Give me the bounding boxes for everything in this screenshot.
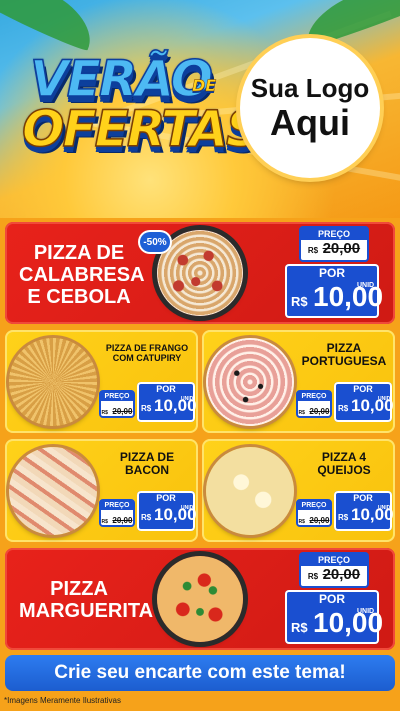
- old-price-tag: PREÇO R$ 20,00: [99, 499, 135, 527]
- new-price-currency: R$: [141, 513, 152, 522]
- old-price-value: 20,00: [309, 407, 330, 416]
- title-de: DE: [192, 76, 217, 96]
- new-price-currency: R$: [291, 620, 308, 635]
- cta-banner[interactable]: Crie seu encarte com este tema!: [5, 655, 395, 691]
- new-price-currency: R$: [291, 294, 308, 309]
- disclaimer-text: *Imagens Meramente Ilustrativas: [4, 696, 121, 705]
- new-price-label: POR: [318, 266, 345, 280]
- pizza-image: [157, 556, 243, 642]
- new-price-tag: POR R$ 10,00 UNID: [285, 590, 383, 644]
- new-price-label: POR: [353, 493, 373, 503]
- product-name: PIZZA MARGUERITA: [19, 578, 154, 622]
- new-price-tag: POR R$ 10,00 UNID: [334, 491, 394, 531]
- unit-label: UNID: [357, 608, 375, 615]
- new-price-currency: R$: [338, 404, 349, 413]
- logo-placeholder: Sua Logo Aqui: [240, 38, 380, 178]
- new-price-label: POR: [156, 384, 176, 394]
- product-card-portuguesa: PIZZA PORTUGUESA PREÇO R$ 20,00 POR R$ 1…: [202, 330, 395, 433]
- product-card-frango: PIZZA DE FRANGO COM CATUPIRY PREÇO R$ 20…: [5, 330, 198, 433]
- old-price-value: 20,00: [309, 516, 330, 525]
- old-price-currency: R$: [298, 519, 305, 525]
- unit-label: UNID: [378, 505, 391, 511]
- unit-label: UNID: [181, 396, 194, 402]
- palm-leaf-icon: [0, 0, 103, 54]
- title-ofertas: OFERTAS: [21, 99, 263, 159]
- product-name: PIZZA 4 QUEIJOS: [317, 450, 371, 478]
- flyer-page: VERÃO DE OFERTAS Sua Logo Aqui PIZZA DE …: [0, 0, 400, 711]
- old-price-label: PREÇO: [101, 501, 133, 510]
- product-name: PIZZA PORTUGUESA: [301, 341, 387, 369]
- new-price-tag: POR R$ 10,00 UNID: [137, 491, 197, 531]
- new-price-currency: R$: [141, 404, 152, 413]
- old-price-label: PREÇO: [101, 392, 133, 401]
- new-price-label: POR: [353, 384, 373, 394]
- old-price-value: 20,00: [112, 516, 133, 525]
- product-card-bacon: PIZZA DE BACON PREÇO R$ 20,00 POR R$ 10,…: [5, 439, 198, 542]
- old-price-label: PREÇO: [301, 228, 367, 240]
- pizza-image: [206, 338, 294, 426]
- new-price-tag: POR R$ 10,00 UNID: [334, 382, 394, 422]
- old-price-currency: R$: [101, 519, 108, 525]
- old-price-label: PREÇO: [298, 501, 330, 510]
- pizza-image: [9, 338, 97, 426]
- logo-text-line1: Sua Logo: [250, 73, 370, 103]
- product-name: PIZZA DE CALABRESA E CEBOLA: [19, 242, 145, 308]
- product-name: PIZZA DE BACON: [119, 450, 175, 478]
- product-card-queijos: PIZZA 4 QUEIJOS PREÇO R$ 20,00 POR R$ 10…: [202, 439, 395, 542]
- new-price-label: POR: [318, 592, 345, 606]
- old-price-tag: PREÇO R$ 20,00: [296, 390, 332, 418]
- logo-text-line2: Aqui: [270, 102, 350, 143]
- unit-label: UNID: [378, 396, 391, 402]
- pizza-image: [206, 447, 294, 535]
- old-price-tag: PREÇO R$ 20,00: [299, 552, 369, 588]
- new-price-currency: R$: [338, 513, 349, 522]
- old-price-label: PREÇO: [298, 392, 330, 401]
- new-price-tag: POR R$ 10,00 UNID: [137, 382, 197, 422]
- new-price-label: POR: [156, 493, 176, 503]
- old-price-currency: R$: [298, 410, 305, 416]
- product-name: PIZZA DE FRANGO COM CATUPIRY: [105, 343, 189, 363]
- product-card-calabresa: PIZZA DE CALABRESA E CEBOLA -50% PREÇO R…: [5, 222, 395, 324]
- unit-label: UNID: [181, 505, 194, 511]
- discount-badge: -50%: [140, 232, 170, 252]
- old-price-tag: PREÇO R$ 20,00: [299, 226, 369, 262]
- old-price-currency: R$: [307, 572, 319, 581]
- product-card-marguerita: PIZZA MARGUERITA PREÇO R$ 20,00 POR R$ 1…: [5, 548, 395, 650]
- old-price-value: 20,00: [322, 240, 361, 257]
- promo-title: VERÃO DE OFERTAS: [21, 49, 263, 200]
- pizza-image: [9, 447, 97, 535]
- old-price-value: 20,00: [112, 407, 133, 416]
- unit-label: UNID: [357, 282, 375, 289]
- old-price-tag: PREÇO R$ 20,00: [99, 390, 135, 418]
- old-price-tag: PREÇO R$ 20,00: [296, 499, 332, 527]
- old-price-value: 20,00: [322, 566, 361, 583]
- old-price-currency: R$: [307, 246, 319, 255]
- old-price-label: PREÇO: [301, 554, 367, 566]
- new-price-tag: POR R$ 10,00 UNID: [285, 264, 383, 318]
- header-banner: VERÃO DE OFERTAS Sua Logo Aqui: [0, 0, 400, 218]
- old-price-currency: R$: [101, 410, 108, 416]
